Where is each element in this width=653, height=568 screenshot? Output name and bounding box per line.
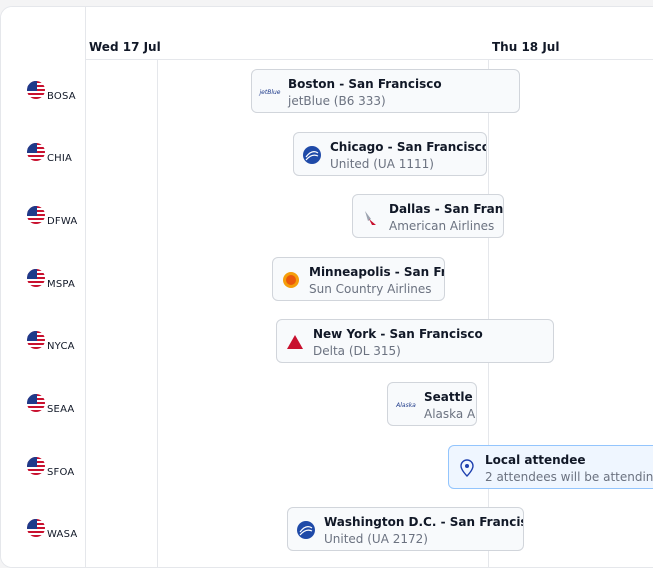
- us-flag-icon: [27, 81, 45, 99]
- row-label-chia[interactable]: CHIA: [25, 141, 85, 171]
- row-label-mspa[interactable]: MSPA: [25, 267, 85, 297]
- event-title: Local attendee: [485, 453, 586, 467]
- row-label-dfwa[interactable]: DFWA: [25, 204, 85, 234]
- jetblue-logo-icon: jetBlue: [259, 88, 281, 96]
- american-airlines-logo-icon: [361, 207, 381, 227]
- flight-event-chicago[interactable]: Chicago - San Francisco United (UA 1111): [293, 132, 487, 176]
- us-flag-icon: [27, 519, 45, 537]
- event-title: Seattle - San Francisco: [424, 390, 476, 404]
- flight-event-boston[interactable]: jetBlue Boston - San Francisco jetBlue (…: [251, 69, 520, 113]
- row-label-nyca[interactable]: NYCA: [25, 329, 85, 359]
- day-label-wed: Wed 17 Jul: [89, 40, 161, 54]
- row-code: DFWA: [47, 216, 78, 227]
- local-attendee-event[interactable]: Local attendee 2 attendees will be atten…: [448, 445, 653, 489]
- row-code: WASA: [47, 529, 78, 540]
- row-labels: BOSA CHIA DFWA MSPA NYCA SEAA SFOA WASA: [1, 7, 86, 567]
- flight-event-minneapolis[interactable]: Minneapolis - San Francisco Sun Country …: [272, 257, 445, 301]
- day-label-thu: Thu 18 Jul: [492, 40, 560, 54]
- us-flag-icon: [27, 206, 45, 224]
- event-subtitle: United (UA 1111): [330, 157, 434, 171]
- flight-event-newyork[interactable]: New York - San Francisco Delta (DL 315): [276, 319, 554, 363]
- sun-country-logo-icon: [281, 270, 301, 290]
- event-subtitle: United (UA 2172): [324, 532, 428, 546]
- row-code: MSPA: [47, 279, 76, 290]
- us-flag-icon: [27, 457, 45, 475]
- event-subtitle: Alaska Airlines: [424, 407, 476, 421]
- flight-event-dallas[interactable]: Dallas - San Francisco American Airlines: [352, 194, 504, 238]
- us-flag-icon: [27, 394, 45, 412]
- row-code: BOSA: [47, 91, 76, 102]
- event-subtitle: Delta (DL 315): [313, 344, 401, 358]
- event-subtitle: American Airlines: [389, 219, 495, 233]
- flight-event-seattle[interactable]: Alaska Seattle - San Francisco Alaska Ai…: [387, 382, 477, 426]
- united-logo-icon: [296, 520, 316, 540]
- event-subtitle: jetBlue (B6 333): [288, 94, 386, 108]
- event-title: Chicago - San Francisco: [330, 140, 487, 154]
- event-subtitle: Sun Country Airlines: [309, 282, 432, 296]
- us-flag-icon: [27, 143, 45, 161]
- row-label-seaa[interactable]: SEAA: [25, 392, 85, 422]
- timeline-header: Wed 17 Jul Thu 18 Jul: [86, 7, 653, 60]
- united-logo-icon: [302, 145, 322, 165]
- row-code: CHIA: [47, 153, 73, 164]
- us-flag-icon: [27, 269, 45, 287]
- flight-event-washington[interactable]: Washington D.C. - San Francisco United (…: [287, 507, 524, 551]
- row-label-bosa[interactable]: BOSA: [25, 79, 85, 109]
- event-title: New York - San Francisco: [313, 327, 483, 341]
- row-code: NYCA: [47, 341, 75, 352]
- event-title: Dallas - San Francisco: [389, 202, 504, 216]
- location-pin-icon: [457, 458, 477, 478]
- row-code: SFOA: [47, 467, 75, 478]
- event-title: Washington D.C. - San Francisco: [324, 515, 524, 529]
- us-flag-icon: [27, 331, 45, 349]
- calendar-frame: BOSA CHIA DFWA MSPA NYCA SEAA SFOA WASA: [0, 6, 653, 568]
- grid-line: [157, 59, 158, 567]
- row-label-sfoa[interactable]: SFOA: [25, 455, 85, 485]
- grid-line: [488, 59, 489, 567]
- event-subtitle: 2 attendees will be attending: [485, 470, 653, 484]
- event-title: Minneapolis - San Francisco: [309, 265, 444, 279]
- row-code: SEAA: [47, 404, 75, 415]
- event-title: Boston - San Francisco: [288, 77, 442, 91]
- delta-logo-icon: [285, 332, 305, 352]
- row-label-wasa[interactable]: WASA: [25, 517, 85, 547]
- alaska-logo-icon: Alaska: [396, 401, 416, 409]
